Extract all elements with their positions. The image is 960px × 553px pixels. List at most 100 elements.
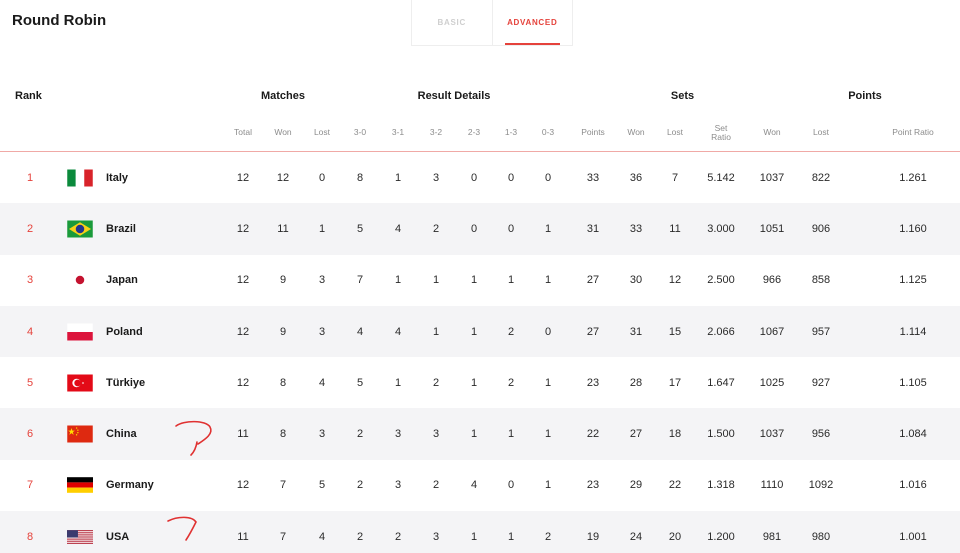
cell-sets-won: 28 bbox=[629, 376, 643, 389]
cell-total: 12 bbox=[236, 325, 250, 338]
team-name[interactable]: Japan bbox=[106, 255, 206, 306]
col-header-total: Total bbox=[234, 127, 252, 138]
table-row[interactable]: 5 Türkiye 12 8 4 5 1 2 1 2 1 23 28 17 1.647 1025 927 1.10… bbox=[0, 357, 960, 408]
cell-set-ratio: 1.500 bbox=[707, 428, 735, 441]
cell-sets-lost: 20 bbox=[668, 530, 682, 543]
cell-r13: 0 bbox=[507, 479, 515, 492]
table-row[interactable]: 8 USA 11 7 4 2 2 3 1 1 2 19 24 20 1.200 981 980 1.001 bbox=[0, 511, 960, 553]
col-header-r30: 3-0 bbox=[353, 127, 367, 138]
team-name[interactable]: China bbox=[106, 408, 206, 459]
usa-flag bbox=[67, 528, 93, 545]
cell-pts-lost: 858 bbox=[811, 274, 831, 287]
cell-set-ratio: 1.647 bbox=[707, 376, 735, 389]
cell-won: 12 bbox=[276, 171, 290, 184]
standings-rows: 1 Italy 12 12 0 8 1 3 0 0 0 33 36 7 5.142 1037 822 1.261 2… bbox=[0, 152, 960, 553]
cell-pts-won: 1051 bbox=[759, 222, 785, 235]
rank-cell: 3 bbox=[26, 274, 34, 287]
turkiye-flag bbox=[67, 374, 93, 392]
cell-r30: 4 bbox=[356, 325, 364, 338]
cell-r23: 1 bbox=[470, 530, 478, 543]
cell-sets-lost: 11 bbox=[669, 222, 681, 235]
cell-won: 8 bbox=[279, 428, 287, 441]
cell-r30: 2 bbox=[356, 530, 364, 543]
japan-flag bbox=[67, 271, 93, 289]
cell-point-ratio: 1.001 bbox=[899, 530, 927, 543]
cell-set-ratio: 3.000 bbox=[707, 222, 735, 235]
cell-r23: 1 bbox=[470, 325, 478, 338]
cell-r32: 2 bbox=[432, 479, 440, 492]
col-header-r13: 1-3 bbox=[504, 127, 518, 138]
cell-points: 23 bbox=[586, 479, 600, 492]
cell-r31: 2 bbox=[394, 530, 402, 543]
cell-pts-lost: 980 bbox=[811, 530, 831, 543]
team-name[interactable]: Brazil bbox=[106, 203, 206, 254]
cell-pts-lost: 957 bbox=[811, 325, 831, 338]
cell-pts-lost: 956 bbox=[811, 428, 831, 441]
table-row[interactable]: 1 Italy 12 12 0 8 1 3 0 0 0 33 36 7 5.142 1037 822 1.261 bbox=[0, 152, 960, 203]
cell-r13: 1 bbox=[507, 274, 515, 287]
team-name[interactable]: Poland bbox=[106, 306, 206, 357]
result-details-header: Result Details bbox=[417, 90, 491, 102]
rank-cell: 1 bbox=[26, 171, 34, 184]
table-row[interactable]: 6 China 11 8 3 2 3 3 1 1 1 22 27 18 1.500 1037 956 1.084 bbox=[0, 408, 960, 460]
cell-r03: 1 bbox=[544, 274, 552, 287]
cell-lost: 1 bbox=[318, 222, 326, 235]
table-row[interactable]: 3 Japan 12 9 3 7 1 1 1 1 1 27 30 12 2.500 966 858 1.125 bbox=[0, 255, 960, 306]
col-header-r23: 2-3 bbox=[467, 127, 481, 138]
cell-set-ratio: 2.066 bbox=[707, 325, 735, 338]
cell-sets-lost: 12 bbox=[668, 274, 682, 287]
team-name[interactable]: Türkiye bbox=[106, 357, 206, 408]
cell-won: 8 bbox=[279, 376, 287, 389]
cell-pts-won: 1037 bbox=[759, 428, 785, 441]
cell-r31: 4 bbox=[394, 222, 402, 235]
cell-points: 31 bbox=[586, 222, 600, 235]
cell-point-ratio: 1.016 bbox=[899, 479, 927, 492]
cell-r32: 1 bbox=[432, 325, 440, 338]
cell-points: 22 bbox=[586, 428, 600, 441]
cell-sets-lost: 17 bbox=[668, 376, 682, 389]
cell-pts-lost: 927 bbox=[811, 376, 831, 389]
cell-sets-lost: 18 bbox=[668, 428, 682, 441]
cell-total: 12 bbox=[236, 479, 250, 492]
view-tabs: BASIC ADVANCED bbox=[411, 0, 573, 46]
cell-r32: 1 bbox=[432, 274, 440, 287]
col-header-sets-lost: Lost bbox=[666, 127, 684, 138]
cell-won: 7 bbox=[279, 530, 287, 543]
table-row[interactable]: 2 Brazil 12 11 1 5 4 2 0 0 1 31 33 11 3.000 1051 906 1.16… bbox=[0, 203, 960, 255]
tab-advanced[interactable]: ADVANCED bbox=[491, 0, 573, 45]
cell-points: 33 bbox=[586, 171, 600, 184]
table-row[interactable]: 4 Poland 12 9 3 4 4 1 1 2 0 27 31 15 2.066 1067 957 1.114 bbox=[0, 305, 960, 358]
cell-r32: 3 bbox=[432, 428, 440, 441]
poland-flag bbox=[67, 323, 93, 341]
cell-pts-won: 1037 bbox=[759, 171, 785, 184]
cell-r30: 5 bbox=[356, 376, 364, 389]
tab-basic[interactable]: BASIC bbox=[412, 0, 492, 45]
col-header-pts-lost: Lost bbox=[812, 127, 830, 138]
sets-header: Sets bbox=[670, 90, 695, 102]
cell-r13: 1 bbox=[507, 428, 515, 441]
rank-header: Rank bbox=[15, 90, 42, 102]
cell-r23: 1 bbox=[470, 376, 478, 389]
table-row[interactable]: 7 Germany 12 7 5 2 3 2 4 0 1 23 29 22 1.318 1110 1092 1.0… bbox=[0, 460, 960, 511]
cell-r30: 7 bbox=[356, 274, 364, 287]
cell-r30: 2 bbox=[356, 428, 364, 441]
cell-points: 27 bbox=[586, 274, 600, 287]
cell-pts-won: 1110 bbox=[760, 479, 784, 492]
page-title: Round Robin bbox=[12, 12, 107, 29]
team-name[interactable]: Germany bbox=[106, 460, 206, 511]
cell-sets-won: 27 bbox=[629, 428, 643, 441]
col-header-r31: 3-1 bbox=[391, 127, 405, 138]
cell-r03: 1 bbox=[544, 222, 552, 235]
cell-pts-lost: 906 bbox=[811, 222, 831, 235]
rank-cell: 7 bbox=[26, 479, 34, 492]
cell-r13: 2 bbox=[507, 325, 515, 338]
cell-sets-won: 24 bbox=[629, 530, 643, 543]
group-header-row: Rank Matches Result Details Sets Points bbox=[0, 78, 960, 114]
cell-r23: 0 bbox=[470, 171, 478, 184]
team-name[interactable]: Italy bbox=[106, 152, 206, 203]
col-header-set-ratio: Set Ratio bbox=[711, 122, 731, 142]
brazil-flag bbox=[67, 220, 93, 238]
standings-table: Rank Matches Result Details Sets Points … bbox=[0, 78, 960, 553]
team-name[interactable]: USA bbox=[106, 511, 206, 553]
cell-lost: 3 bbox=[318, 274, 326, 287]
